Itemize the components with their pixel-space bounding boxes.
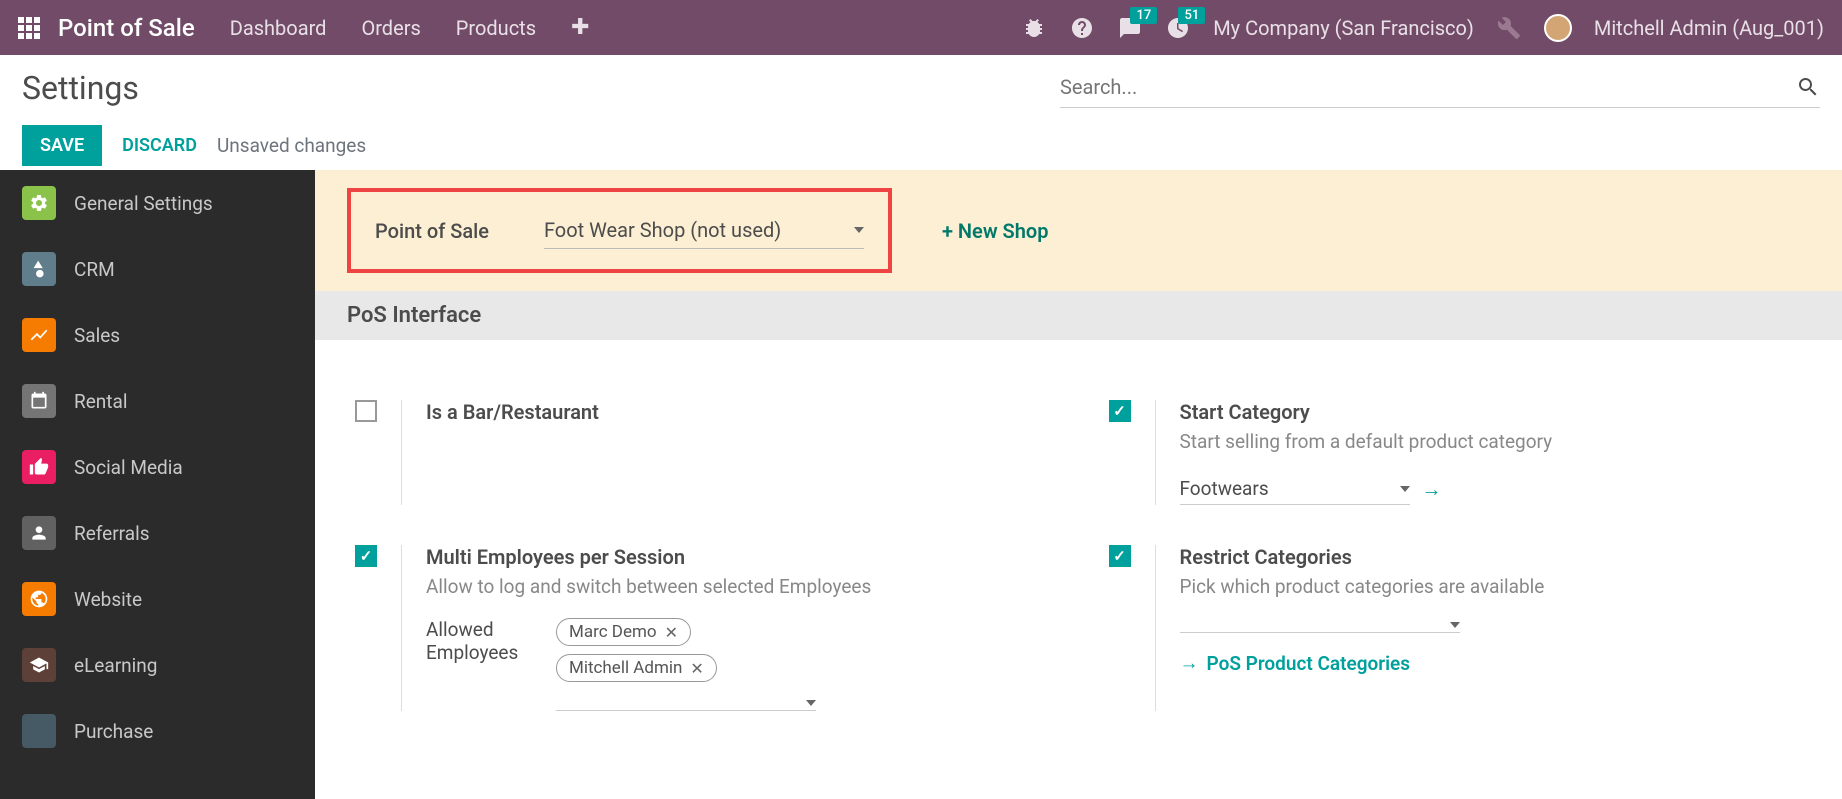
- add-menu-icon[interactable]: ✚: [571, 15, 589, 40]
- sidebar-item-sales[interactable]: Sales: [0, 302, 315, 368]
- save-button[interactable]: SAVE: [22, 125, 102, 166]
- app-brand[interactable]: Point of Sale: [58, 14, 195, 42]
- sidebar-item-label: Referrals: [74, 522, 150, 545]
- settings-main: Point of Sale Foot Wear Shop (not used) …: [315, 170, 1842, 799]
- checkbox-bar-restaurant[interactable]: [355, 400, 377, 422]
- nav-orders[interactable]: Orders: [361, 16, 420, 40]
- new-shop-button[interactable]: + New Shop: [942, 219, 1049, 243]
- checkbox-restrict-categories[interactable]: [1109, 545, 1131, 567]
- pos-label: Point of Sale: [375, 219, 489, 243]
- sidebar-item-label: Website: [74, 588, 142, 611]
- setting-desc: Pick which product categories are availa…: [1180, 575, 1803, 598]
- messages-badge: 17: [1130, 7, 1157, 24]
- setting-start-category: Start Category Start selling from a defa…: [1109, 400, 1803, 505]
- allowed-employees-label: Allowed Employees: [426, 618, 556, 711]
- nav-dashboard[interactable]: Dashboard: [230, 16, 327, 40]
- sidebar-item-crm[interactable]: CRM: [0, 236, 315, 302]
- user-avatar[interactable]: [1544, 14, 1572, 42]
- sidebar-item-general[interactable]: General Settings: [0, 170, 315, 236]
- chevron-down-icon: [1400, 486, 1410, 492]
- nav-products[interactable]: Products: [456, 16, 536, 40]
- chevron-down-icon: [806, 700, 816, 706]
- pos-selector-bar: Point of Sale Foot Wear Shop (not used) …: [315, 170, 1842, 291]
- book-icon: [22, 648, 56, 682]
- restrict-categories-dropdown[interactable]: [1180, 618, 1460, 633]
- globe-icon: [22, 582, 56, 616]
- setting-title: Restrict Categories: [1180, 545, 1803, 569]
- employee-tag: Marc Demo ✕: [556, 618, 691, 646]
- tag-label: Marc Demo: [569, 622, 657, 642]
- setting-title: Start Category: [1180, 400, 1803, 424]
- page-title: Settings: [22, 69, 139, 107]
- sidebar-item-label: Social Media: [74, 456, 183, 479]
- pos-select-highlight: Point of Sale Foot Wear Shop (not used): [347, 188, 892, 273]
- sidebar-item-label: Rental: [74, 390, 127, 413]
- setting-title: Is a Bar/Restaurant: [426, 400, 1049, 424]
- action-bar: SAVE DISCARD Unsaved changes: [0, 120, 1842, 170]
- chart-icon: [22, 318, 56, 352]
- sidebar-item-label: General Settings: [74, 192, 213, 215]
- chevron-down-icon: [1450, 622, 1460, 628]
- discard-button[interactable]: DISCARD: [122, 135, 197, 156]
- sidebar-item-social[interactable]: Social Media: [0, 434, 315, 500]
- tag-remove-icon[interactable]: ✕: [690, 659, 703, 678]
- pos-dropdown[interactable]: Foot Wear Shop (not used): [544, 212, 864, 249]
- activities-icon[interactable]: 51: [1165, 15, 1191, 41]
- sidebar-item-website[interactable]: Website: [0, 566, 315, 632]
- settings-sidebar: General Settings CRM Sales Rental Social…: [0, 170, 315, 799]
- cart-icon: [22, 714, 56, 748]
- setting-desc: Allow to log and switch between selected…: [426, 575, 1049, 598]
- sidebar-item-label: Purchase: [74, 720, 153, 743]
- dropdown-value: Footwears: [1180, 477, 1269, 500]
- arrow-right-icon: →: [1180, 651, 1199, 675]
- tag-remove-icon[interactable]: ✕: [665, 623, 678, 642]
- sidebar-item-rental[interactable]: Rental: [0, 368, 315, 434]
- gear-icon: [22, 186, 56, 220]
- setting-restrict-categories: Restrict Categories Pick which product c…: [1109, 545, 1803, 711]
- company-switcher[interactable]: My Company (San Francisco): [1213, 16, 1474, 40]
- apps-menu-icon[interactable]: [18, 17, 40, 39]
- employee-tag: Mitchell Admin ✕: [556, 654, 717, 682]
- person-icon: [22, 516, 56, 550]
- subheader: Settings: [0, 55, 1842, 120]
- user-menu[interactable]: Mitchell Admin (Aug_001): [1594, 16, 1824, 40]
- thumb-icon: [22, 450, 56, 484]
- start-category-dropdown[interactable]: Footwears: [1180, 473, 1410, 505]
- sidebar-item-label: eLearning: [74, 654, 157, 677]
- unsaved-indicator: Unsaved changes: [217, 134, 366, 157]
- setting-bar-restaurant: Is a Bar/Restaurant: [355, 400, 1049, 505]
- pos-categories-link[interactable]: → PoS Product Categories: [1180, 651, 1803, 675]
- pos-selected-value: Foot Wear Shop (not used): [544, 218, 781, 242]
- chevron-down-icon: [854, 227, 864, 233]
- setting-title: Multi Employees per Session: [426, 545, 1049, 569]
- arrow-right-icon[interactable]: →: [1422, 477, 1442, 502]
- sidebar-item-purchase[interactable]: Purchase: [0, 698, 315, 748]
- sidebar-item-label: CRM: [74, 258, 115, 281]
- setting-desc: Start selling from a default product cat…: [1180, 430, 1803, 453]
- tools-icon[interactable]: [1496, 15, 1522, 41]
- messages-icon[interactable]: 17: [1117, 15, 1143, 41]
- calendar-icon: [22, 384, 56, 418]
- checkbox-multi-employees[interactable]: [355, 545, 377, 567]
- sidebar-item-elearning[interactable]: eLearning: [0, 632, 315, 698]
- search-icon[interactable]: [1796, 75, 1820, 99]
- setting-multi-employees: Multi Employees per Session Allow to log…: [355, 545, 1049, 711]
- link-label: PoS Product Categories: [1207, 652, 1411, 675]
- handshake-icon: [22, 252, 56, 286]
- sidebar-item-referrals[interactable]: Referrals: [0, 500, 315, 566]
- section-header: PoS Interface: [315, 291, 1842, 340]
- search-input[interactable]: [1060, 67, 1796, 107]
- activities-badge: 51: [1178, 7, 1205, 24]
- sidebar-item-label: Sales: [74, 324, 120, 347]
- top-navbar: Point of Sale Dashboard Orders Products …: [0, 0, 1842, 55]
- bug-icon[interactable]: [1021, 15, 1047, 41]
- tag-label: Mitchell Admin: [569, 658, 682, 678]
- checkbox-start-category[interactable]: [1109, 400, 1131, 422]
- support-icon[interactable]: [1069, 15, 1095, 41]
- employee-add-dropdown[interactable]: [556, 696, 816, 711]
